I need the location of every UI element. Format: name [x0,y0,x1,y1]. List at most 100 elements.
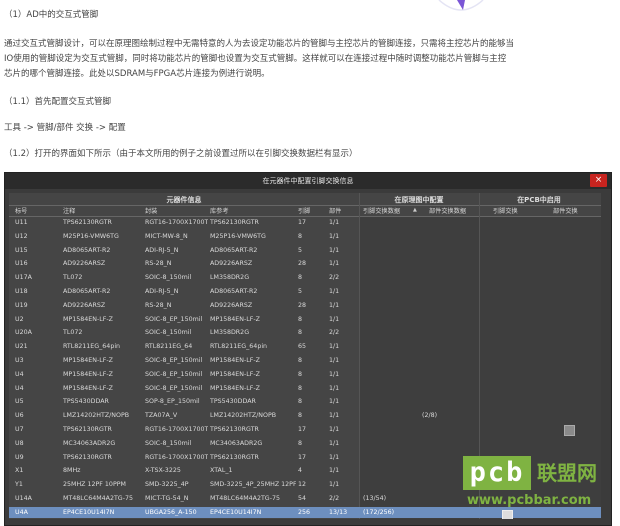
table-cell: EP4CE10U14I7N [210,508,262,516]
table-cell: RTL8211EG_64pin [63,343,121,351]
table-cell: 5 [298,246,303,254]
table-row[interactable]: U6 LMZ14202HTZ/NOPB TZA07A_V LMZ14202HTZ/NO… [9,410,601,421]
table-cell: 1/1 [329,412,340,420]
table-cell: U21 [15,343,28,351]
column-header[interactable]: 库参考 [210,206,229,215]
table-cell: 54 [298,495,307,502]
table-cell: M25P16-VMW6TG [63,232,119,240]
table-row[interactable]: U15 AD8065ART-R2 ADI-RJ-5_N AD8065ART-R2 5 1/… [9,245,601,256]
table-cell: 8 [298,439,303,447]
column-header[interactable]: 封装 [145,206,157,215]
subheading-1-1: （1.1）首先配置交互式管脚 [4,97,112,107]
table-cell: SOIC-8_EP_150mil [145,370,203,378]
table-cell: 4 [298,467,303,475]
table-cell: SOP-8_EP_150mil [145,398,200,406]
table-row[interactable]: U3 MP1584EN-LF-Z SOIC-8_EP_150mil MP1584EN-… [9,355,601,366]
watermark-logo: pcb [463,456,531,490]
paragraph-line-3: 芯片的哪个管脚连接。此处以SDRAM与FPGA芯片连接为例进行说明。 [4,69,270,79]
table-cell: MP1584EN-LF-Z [210,384,260,392]
table-cell: M25P16-VMW6TG [210,232,266,240]
table-cell: (13/54) [363,495,387,502]
table-cell: SOIC-8_150mil [145,274,192,282]
table-row[interactable]: U21 RTL8211EG_64pin RTL8211EG_64 RTL8211EG_… [9,341,601,352]
group-pcb-enable: 在PCB中启用 [517,196,561,204]
table-row[interactable]: U5 TPS5430DDAR SOP-8_EP_150mil TPS5430DDAR 8… [9,396,601,407]
table-cell: 1/1 [329,481,340,489]
table-cell: RTL8211EG_64pin [210,343,268,351]
table-row[interactable]: U17A TL072 SOIC-8_150mil LM358DR2G 8 2/2 [9,272,601,283]
table-cell: U9 [15,453,24,461]
table-cell: U18 [15,288,28,295]
table-cell: 17 [298,453,307,461]
table-cell: (172/256) [363,508,395,516]
table-cell: 8 [298,370,303,378]
table-cell: 1/1 [329,398,340,406]
table-row[interactable]: U11 TPS62130RGTR RGT16-1700X1700TP TPS62130… [9,217,601,228]
table-cell: LMZ14202HTZ/NOPB [210,412,277,420]
table-cell: SOIC-8_150mil [145,439,192,447]
table-cell: U4A [15,508,28,516]
table-row[interactable]: U12 M25P16-VMW6TG MICT-MW-8_N M25P16-VMW6TG… [9,231,601,242]
table-cell: SMD-3225_4P_25MHZ 12PF [210,481,296,489]
table-cell: 28 [298,260,307,268]
table-cell: U16 [15,260,28,268]
table-cell: U3 [15,357,24,364]
table-cell: 8MHz [63,467,81,475]
table-cell: MP1584EN-LF-Z [210,315,260,323]
table-cell: TL072 [63,274,83,282]
table-cell: U4 [15,384,24,392]
table-cell: MICT-TG-54_N [145,495,189,502]
table-cell: 8 [298,329,303,337]
watermark-cn-text: 联盟网 [537,461,597,485]
table-cell: TPS62130RGTR [63,453,112,461]
table-cell: 8 [298,315,303,323]
dialog-title: 在元器件中配置引脚交换信息 [5,173,611,189]
table-cell: U7 [15,426,24,433]
table-cell: AD8065ART-R2 [210,288,258,295]
table-cell: U20A [15,329,32,337]
table-cell: AD9226ARSZ [63,260,106,268]
table-cell: XTAL_1 [210,467,233,475]
table-cell: 1/1 [329,288,340,295]
table-cell: MP1584EN-LF-Z [63,357,113,364]
table-cell: TPS5430DDAR [210,398,256,406]
table-cell: 13/13 [329,508,348,516]
table-cell: 25MHZ 12PF 10PPM [63,481,126,489]
column-header[interactable]: 引脚交换 [493,206,518,215]
table-cell: TPS62130RGTR [63,426,112,433]
table-row[interactable]: U2 MP1584EN-LF-Z SOIC-8_EP_150mil MP1584EN-… [9,314,601,325]
table-row[interactable]: U16 AD9226ARSZ RS-28_N AD9226ARSZ 28 1/1 [9,258,601,269]
table-row[interactable]: U20A TL072 SOIC-8_150mil LM358DR2G 8 2/2 [9,327,601,338]
table-row[interactable]: U8 MC34063ADR2G SOIC-8_150mil MC34063ADR2G 8… [9,438,601,449]
table-row[interactable]: U4 MP1584EN-LF-Z SOIC-8_EP_150mil MP1584EN-… [9,369,601,380]
table-cell: TL072 [63,329,83,337]
table-cell: ADI-RJ-5_N [145,246,179,254]
table-cell: 1/1 [329,426,340,433]
table-row[interactable]: U19 AD9226ARSZ RS-28_N AD9226ARSZ 28 1/1 [9,300,601,311]
table-cell: 256 [298,508,311,516]
column-header[interactable]: 引脚 [298,206,310,215]
table-row[interactable]: U7 TPS62130RGTR RGT16-1700X1700TP TPS62130R… [9,424,601,435]
table-cell: U17A [15,274,32,282]
table-row[interactable]: U4 MP1584EN-LF-Z SOIC-8_EP_150mil MP1584EN-… [9,383,601,394]
sort-up-icon[interactable]: ▲ [413,207,417,213]
table-cell: 8 [298,232,303,240]
column-header[interactable]: 注释 [63,206,75,215]
watermark-url: www.pcbbar.com [467,493,592,508]
table-cell: 2/2 [329,495,340,502]
column-header[interactable]: 引脚交换数据 [363,206,400,215]
column-header[interactable]: 部件 [329,206,341,215]
table-cell: X1 [15,467,24,475]
table-cell: MC34063ADR2G [63,439,116,447]
column-header[interactable]: 部件交换数据 [429,206,466,215]
column-header[interactable]: 部件交换 [553,206,578,215]
table-cell: U5 [15,398,24,406]
paragraph-line-2: IO使用的管脚设定为交互式管脚，同时将功能芯片的管脚也设置为交互式管脚。这样就可… [4,54,507,64]
table-row[interactable]: U18 AD8065ART-R2 ADI-RJ-5_N AD8065ART-R2 5 1/… [9,286,601,297]
part-swap-checkbox[interactable] [564,425,575,436]
close-button[interactable]: × [590,174,607,187]
column-header[interactable]: 标号 [15,206,27,215]
table-cell: 12 [298,481,307,489]
table-cell: U19 [15,301,28,309]
table-cell: U4 [15,370,24,378]
